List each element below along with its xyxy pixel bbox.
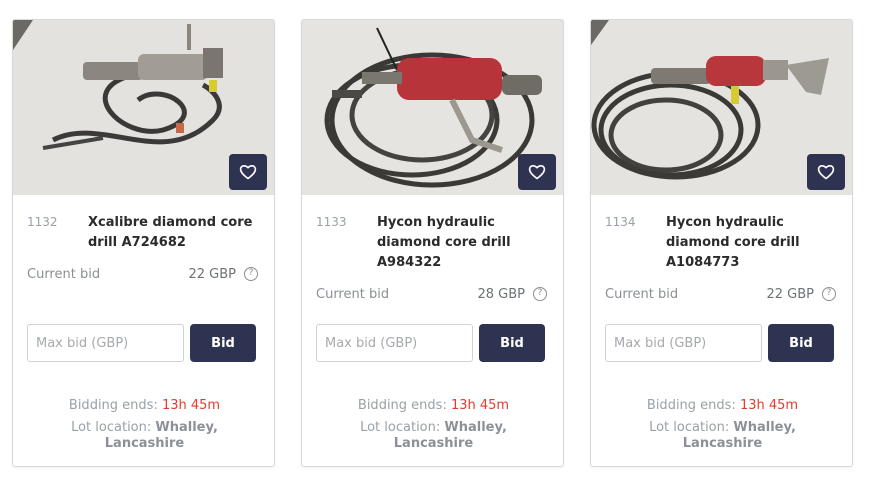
lot-photo[interactable] — [591, 20, 852, 195]
lot-location-label: Lot location: — [71, 420, 152, 435]
current-bid-label: Current bid — [605, 287, 679, 302]
bidding-ends: Bidding ends: 13h 45m — [13, 398, 274, 413]
lot-number: 1134 — [605, 215, 636, 229]
bid-button[interactable]: Bid — [190, 324, 256, 362]
favourite-button[interactable] — [518, 154, 556, 190]
lot-location: Lot location: Whalley, Lancashire — [631, 420, 814, 452]
help-icon[interactable]: ? — [244, 267, 258, 281]
bidding-ends-label: Bidding ends: — [357, 398, 447, 413]
bidding-ends: Bidding ends: 13h 45m — [302, 398, 563, 413]
current-bid-value: 22 GBP — [766, 287, 814, 302]
bid-button[interactable]: Bid — [479, 324, 545, 362]
lot-title[interactable]: Hycon hydraulic diamond core drill A9843… — [377, 213, 552, 273]
bidding-ends-label: Bidding ends: — [646, 398, 736, 413]
lot-photo[interactable] — [302, 20, 563, 195]
lot-location-label: Lot location: — [649, 420, 730, 435]
bidding-ends: Bidding ends: 13h 45m — [591, 398, 852, 413]
lot-location: Lot location: Whalley, Lancashire — [53, 420, 236, 452]
lot-title[interactable]: Hycon hydraulic diamond core drill A1084… — [666, 213, 841, 273]
bidding-ends-label: Bidding ends: — [68, 398, 158, 413]
max-bid-input[interactable] — [27, 324, 184, 362]
favourite-button[interactable] — [229, 154, 267, 190]
heart-icon — [528, 165, 546, 180]
lot-title[interactable]: Xcalibre diamond core drill A724682 — [88, 213, 263, 253]
heart-icon — [817, 165, 835, 180]
help-icon[interactable]: ? — [533, 287, 547, 301]
current-bid-label: Current bid — [316, 287, 390, 302]
favourite-button[interactable] — [807, 154, 845, 190]
bidding-ends-time: 13h 45m — [739, 398, 799, 413]
current-bid-value: 28 GBP — [477, 287, 525, 302]
bid-button[interactable]: Bid — [768, 324, 834, 362]
lot-number: 1133 — [316, 215, 347, 229]
lot-photo[interactable] — [13, 20, 274, 195]
max-bid-input[interactable] — [316, 324, 473, 362]
help-icon[interactable]: ? — [822, 287, 836, 301]
max-bid-input[interactable] — [605, 324, 762, 362]
current-bid-value: 22 GBP — [188, 267, 236, 282]
lot-card[interactable]: 1133 Hycon hydraulic diamond core drill … — [301, 19, 564, 467]
current-bid-label: Current bid — [27, 267, 101, 282]
heart-icon — [239, 165, 257, 180]
lot-location: Lot location: Whalley, Lancashire — [342, 420, 525, 452]
lot-card[interactable]: 1134 Hycon hydraulic diamond core drill … — [590, 19, 853, 467]
lot-number: 1132 — [27, 215, 58, 229]
bidding-ends-time: 13h 45m — [450, 398, 510, 413]
bidding-ends-time: 13h 45m — [161, 398, 221, 413]
lot-card[interactable]: 1132 Xcalibre diamond core drill A724682… — [12, 19, 275, 467]
lot-location-label: Lot location: — [360, 420, 441, 435]
